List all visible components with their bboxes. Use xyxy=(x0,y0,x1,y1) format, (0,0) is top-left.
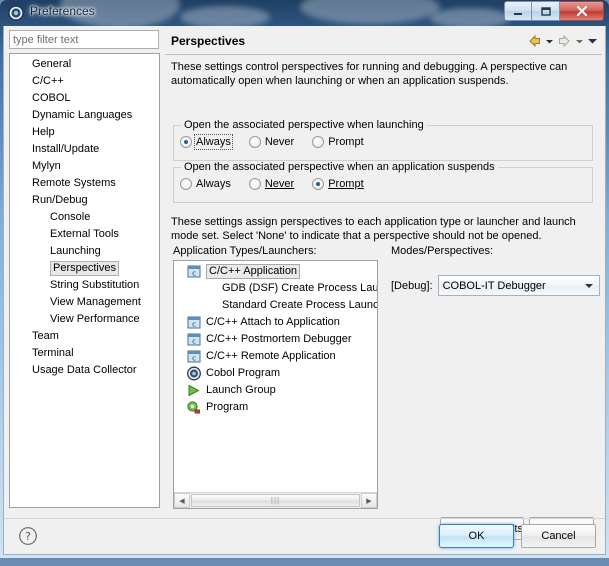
group-suspends-title: Open the associated perspective when an … xyxy=(181,161,498,173)
sidebar-item-cobol[interactable]: COBOL xyxy=(10,90,159,107)
page-title: Perspectives xyxy=(171,34,246,48)
page-menu-chevron-down-icon[interactable] xyxy=(587,37,598,45)
sidebar-item-console[interactable]: Console xyxy=(10,209,159,226)
scroll-left-arrow-icon[interactable]: ◀ xyxy=(174,493,190,508)
close-button[interactable] xyxy=(560,1,604,21)
modes-label: Modes/Perspectives: xyxy=(391,245,494,257)
radio-dot-icon xyxy=(180,136,192,148)
cpp-application-icon: c xyxy=(186,349,202,364)
group-open-perspective-launching: Open the associated perspective when lau… xyxy=(173,119,593,161)
maximize-button[interactable] xyxy=(532,1,560,21)
list-item[interactable]: c C/C++ Postmortem Debugger xyxy=(174,331,377,348)
preferences-sidebar: General C/C++ COBOL Dynamic Languages He… xyxy=(9,30,161,510)
title-bar[interactable]: Preferences xyxy=(0,0,609,26)
dialog-client-area: General C/C++ COBOL Dynamic Languages He… xyxy=(3,26,606,555)
preferences-tree[interactable]: General C/C++ COBOL Dynamic Languages He… xyxy=(9,53,160,508)
horizontal-scrollbar[interactable]: ◀ ||| ▶ xyxy=(174,492,377,508)
back-arrow-icon[interactable] xyxy=(527,34,542,48)
sidebar-item-run-debug[interactable]: Run/Debug xyxy=(10,192,159,209)
cobol-program-icon xyxy=(186,366,202,381)
cpp-application-icon: c xyxy=(186,332,202,347)
window-controls xyxy=(504,1,604,21)
list-item[interactable]: Program xyxy=(174,399,377,416)
radio-dot-icon xyxy=(180,178,192,190)
cpp-application-icon: c xyxy=(186,315,202,330)
list-item[interactable]: c C/C++ Remote Application xyxy=(174,348,377,365)
preferences-page: Perspectives These settings control pers… xyxy=(165,30,602,540)
radio-suspends-prompt[interactable]: Prompt xyxy=(312,178,364,190)
cancel-button[interactable]: Cancel xyxy=(521,524,596,548)
sidebar-item-cpp[interactable]: C/C++ xyxy=(10,73,159,90)
radio-launching-prompt[interactable]: Prompt xyxy=(312,136,364,148)
radio-dot-icon xyxy=(312,178,325,190)
page-navigation xyxy=(527,34,598,48)
sidebar-item-string-substitution[interactable]: String Substitution xyxy=(10,277,159,294)
perspective-select-value: COBOL-IT Debugger xyxy=(442,279,546,292)
scroll-right-arrow-icon[interactable]: ▶ xyxy=(361,493,377,508)
cpp-application-icon: c xyxy=(186,264,202,279)
list-item[interactable]: GDB (DSF) Create Process Launch xyxy=(174,280,377,297)
page-description-top: These settings control perspectives for … xyxy=(171,61,568,87)
svg-text:c: c xyxy=(192,270,196,278)
application-types-list[interactable]: c C/C++ Application GDB (DSF) Create Pro… xyxy=(173,260,378,509)
forward-menu-chevron-down-icon[interactable] xyxy=(575,38,584,45)
radio-dot-icon xyxy=(312,136,325,148)
footer-separator xyxy=(4,518,605,519)
back-menu-chevron-down-icon[interactable] xyxy=(545,38,554,45)
list-item[interactable]: c C/C++ Attach to Application xyxy=(174,314,377,331)
group-open-perspective-suspends: Open the associated perspective when an … xyxy=(173,161,593,203)
svg-text:c: c xyxy=(192,338,196,346)
preferences-window: Preferences General xyxy=(0,0,609,558)
list-item[interactable]: Launch Group xyxy=(174,382,377,399)
eclipse-preferences-icon xyxy=(8,5,24,21)
group-launching-title: Open the associated perspective when lau… xyxy=(181,119,427,131)
radio-suspends-never[interactable]: Never xyxy=(248,178,294,190)
radio-launching-always[interactable]: Always xyxy=(180,134,233,150)
sidebar-item-install-update[interactable]: Install/Update xyxy=(10,141,159,158)
radio-launching-never[interactable]: Never xyxy=(248,136,294,148)
list-item[interactable]: c C/C++ Application xyxy=(174,263,377,280)
filter-input[interactable] xyxy=(9,30,159,49)
sidebar-item-help[interactable]: Help xyxy=(10,124,159,141)
sidebar-item-dynamic-languages[interactable]: Dynamic Languages xyxy=(10,107,159,124)
sidebar-item-team[interactable]: Team xyxy=(10,328,159,345)
help-question-icon[interactable]: ? xyxy=(18,526,38,546)
sidebar-item-terminal[interactable]: Terminal xyxy=(10,345,159,362)
program-icon xyxy=(186,400,202,415)
sidebar-item-general[interactable]: General xyxy=(10,56,159,73)
sidebar-item-perspectives[interactable]: Perspectives xyxy=(10,260,159,277)
mode-perspective-row: [Debug]: COBOL-IT Debugger xyxy=(391,275,600,296)
svg-text:?: ? xyxy=(25,530,31,543)
page-header: Perspectives xyxy=(165,30,602,55)
sidebar-item-usage-data-collector[interactable]: Usage Data Collector xyxy=(10,362,159,379)
sidebar-item-mylyn[interactable]: Mylyn xyxy=(10,158,159,175)
svg-text:c: c xyxy=(192,321,196,329)
forward-arrow-icon[interactable] xyxy=(557,34,572,48)
sidebar-item-view-management[interactable]: View Management xyxy=(10,294,159,311)
ok-button[interactable]: OK xyxy=(439,524,514,548)
sidebar-item-external-tools[interactable]: External Tools xyxy=(10,226,159,243)
svg-text:c: c xyxy=(192,355,196,363)
app-types-label: Application Types/Launchers: xyxy=(173,245,317,257)
launch-group-icon xyxy=(186,383,202,398)
sidebar-item-launching[interactable]: Launching xyxy=(10,243,159,260)
sidebar-item-remote-systems[interactable]: Remote Systems xyxy=(10,175,159,192)
chevron-down-icon xyxy=(584,284,593,288)
radio-dot-icon xyxy=(248,136,261,148)
minimize-button[interactable] xyxy=(504,1,532,21)
window-title: Preferences xyxy=(30,4,95,18)
radio-suspends-always[interactable]: Always xyxy=(180,178,231,190)
list-item[interactable]: Cobol Program xyxy=(174,365,377,382)
page-description-mid: These settings assign perspectives to ea… xyxy=(171,216,576,242)
perspective-select[interactable]: COBOL-IT Debugger xyxy=(437,275,600,296)
radio-dot-icon xyxy=(248,178,261,190)
scrollbar-thumb[interactable]: ||| xyxy=(191,494,360,507)
sidebar-item-view-performance[interactable]: View Performance xyxy=(10,311,159,328)
mode-label: [Debug]: xyxy=(391,279,433,292)
list-item[interactable]: Standard Create Process Launche xyxy=(174,297,377,314)
